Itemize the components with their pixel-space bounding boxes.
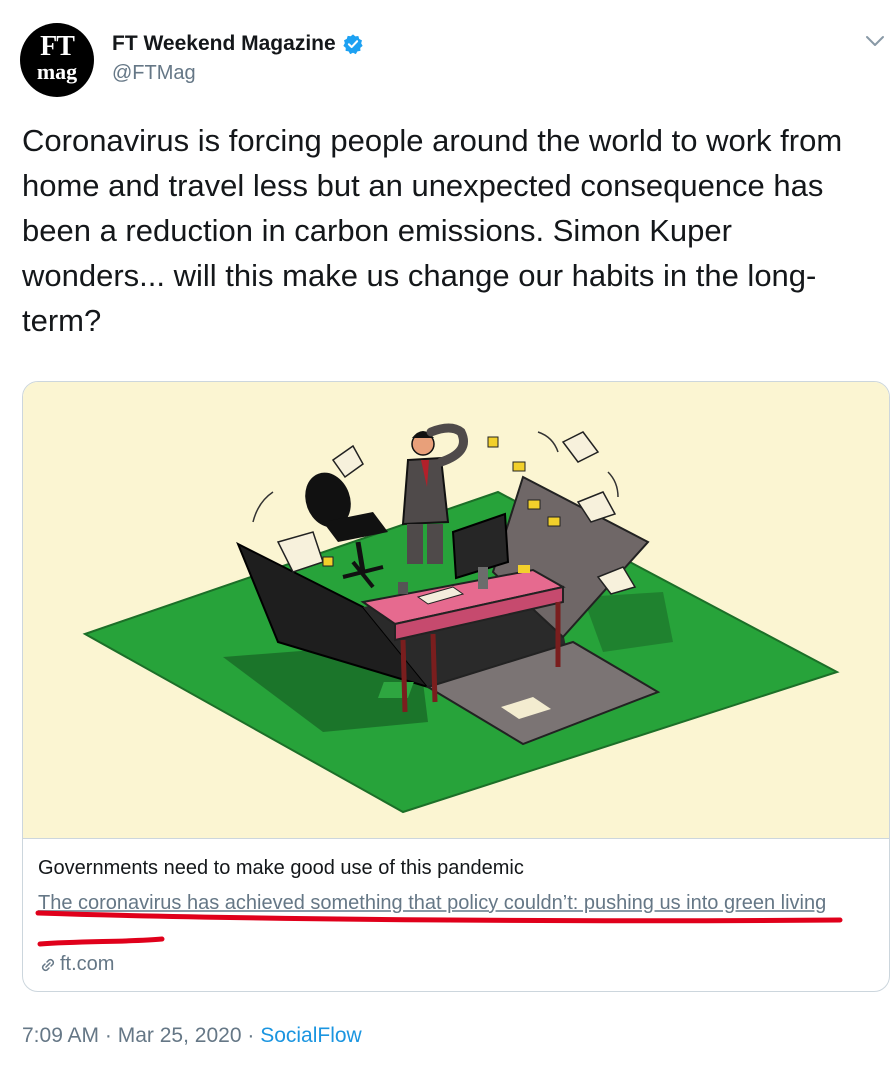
avatar[interactable]: FT mag <box>20 23 94 97</box>
card-info[interactable]: Governments need to make good use of thi… <box>23 838 889 991</box>
tweet-meta: 7:09 AM · Mar 25, 2020 · SocialFlow <box>22 1024 362 1048</box>
avatar-text-mag: mag <box>36 59 78 84</box>
meta-separator: · <box>104 1024 112 1047</box>
author-handle[interactable]: @FTMag <box>112 62 196 85</box>
tweet-text: Coronavirus is forcing people around the… <box>22 123 843 338</box>
meta-separator: · <box>247 1024 255 1047</box>
link-card[interactable]: Governments need to make good use of thi… <box>22 381 890 992</box>
tweet-time[interactable]: 7:09 AM <box>22 1024 99 1047</box>
card-description[interactable]: The coronavirus has achieved something t… <box>38 889 868 918</box>
link-icon <box>41 958 55 971</box>
verified-badge-icon <box>343 34 363 55</box>
card-domain[interactable]: ft.com <box>38 953 114 976</box>
author-name-row[interactable]: FT Weekend Magazine <box>112 32 364 56</box>
avatar-text-ft: FT <box>40 31 75 62</box>
card-illustration <box>82 423 840 814</box>
author-name[interactable]: FT Weekend Magazine <box>112 32 336 56</box>
card-domain-text: ft.com <box>60 953 115 975</box>
tweet-source-link[interactable]: SocialFlow <box>260 1024 362 1047</box>
tweet-date[interactable]: Mar 25, 2020 <box>118 1024 242 1047</box>
chevron-down-icon[interactable] <box>864 34 886 48</box>
card-image[interactable] <box>23 382 889 838</box>
card-title[interactable]: Governments need to make good use of thi… <box>38 857 524 880</box>
